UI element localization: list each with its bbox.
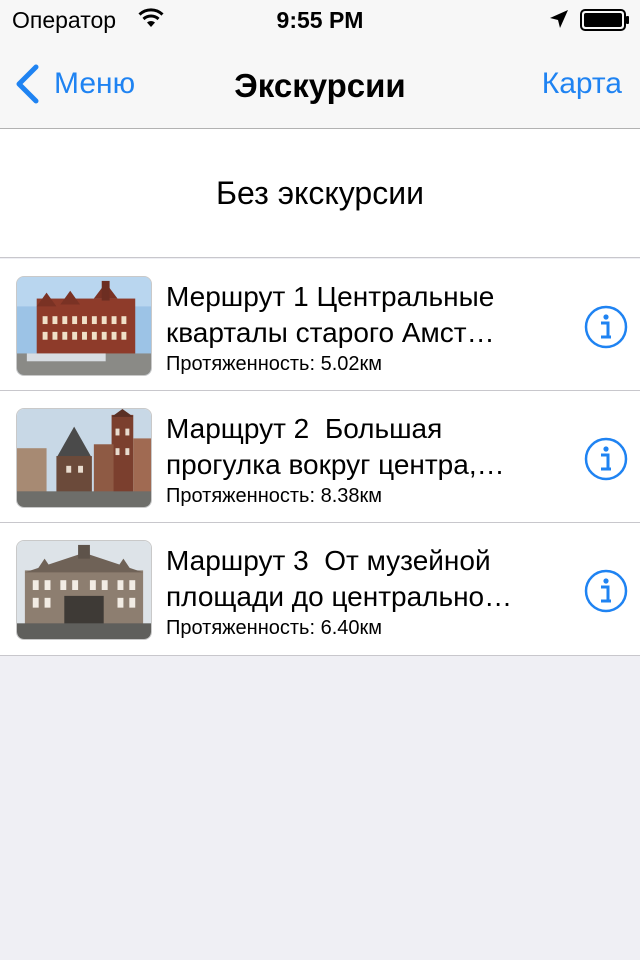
route-title: Марщрут 2 Большая прогулка вокруг центра…	[166, 413, 505, 480]
route-thumbnail	[16, 276, 152, 376]
no-tour-cell[interactable]: Без экскурсии	[0, 129, 640, 258]
info-icon[interactable]	[584, 305, 628, 349]
battery-icon	[580, 9, 629, 31]
status-bar: Оператор 9:55 PM	[0, 0, 640, 40]
info-icon[interactable]	[584, 437, 628, 481]
route-thumbnail	[16, 540, 152, 640]
route-row-2[interactable]: Марщрут 2 Большая прогулка вокруг центра…	[0, 391, 640, 523]
navigation-bar: Меню Экскурсии Карта	[0, 40, 640, 129]
clock-label: 9:55 PM	[276, 7, 364, 33]
info-icon[interactable]	[584, 569, 628, 613]
route-thumbnail	[16, 408, 152, 508]
no-tour-label: Без экскурсии	[216, 174, 424, 211]
map-button[interactable]: Карта	[542, 67, 622, 101]
route-title: Маршрут 3 От музейной площади до централ…	[166, 545, 513, 612]
route-row-1[interactable]: Мершрут 1 Центральные кварталы старого А…	[0, 259, 640, 391]
route-length: Протяженность: 5.02км	[166, 353, 383, 375]
route-length: Протяженность: 6.40км	[166, 617, 383, 639]
route-list: Мершрут 1 Центральные кварталы старого А…	[0, 259, 640, 656]
route-title: Мершрут 1 Центральные кварталы старого А…	[166, 281, 503, 348]
route-row-3[interactable]: Маршрут 3 От музейной площади до централ…	[0, 523, 640, 655]
location-arrow-icon	[550, 10, 568, 28]
route-length: Протяженность: 8.38км	[166, 485, 383, 507]
